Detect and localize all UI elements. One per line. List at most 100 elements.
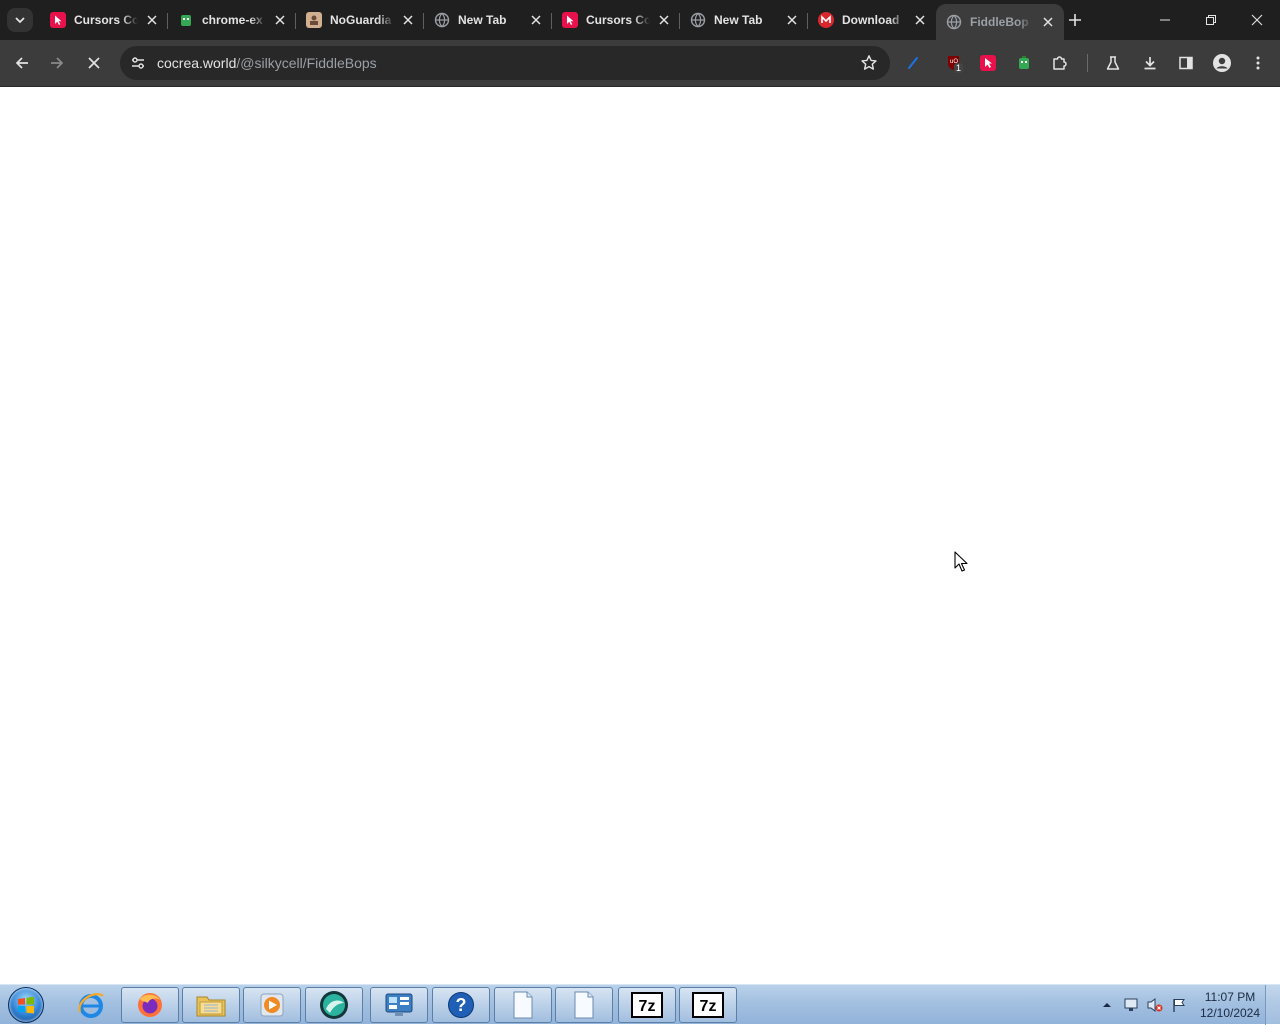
- green-bot-icon: [178, 12, 194, 28]
- tab-7[interactable]: Download: [808, 5, 936, 35]
- file-explorer-button[interactable]: [182, 987, 240, 1023]
- show-hidden-icons-button[interactable]: [1099, 985, 1115, 1025]
- mega-icon: [818, 12, 834, 28]
- close-icon: [915, 15, 925, 25]
- arrow-left-icon: [15, 57, 28, 69]
- site-info-button[interactable]: [128, 53, 148, 73]
- tab-2[interactable]: chrome-ex: [168, 5, 296, 35]
- action-center-tray-button[interactable]: [1169, 985, 1189, 1025]
- tab-8[interactable]: FiddleBop: [936, 4, 1064, 40]
- globe-icon: [690, 12, 706, 28]
- help-button[interactable]: ?: [432, 987, 490, 1023]
- tab-5[interactable]: Cursors Co: [552, 5, 680, 35]
- tab-3[interactable]: NoGuardia: [296, 5, 424, 35]
- tab-close-button[interactable]: [784, 12, 800, 28]
- chrome-app-button[interactable]: [305, 987, 363, 1023]
- tab-1[interactable]: Cursors Co: [40, 5, 168, 35]
- new-tab-button[interactable]: [1064, 9, 1086, 31]
- folder-icon: [196, 996, 226, 1017]
- minimize-button[interactable]: [1142, 0, 1188, 40]
- tab-close-button[interactable]: [1040, 14, 1056, 30]
- close-icon: [275, 15, 285, 25]
- page-content[interactable]: [0, 87, 1280, 984]
- blank-document-icon: [574, 991, 594, 1019]
- start-button[interactable]: [4, 986, 48, 1024]
- forward-button[interactable]: [42, 48, 72, 78]
- url-text[interactable]: cocrea.world/@silkycell/FiddleBops: [157, 55, 377, 71]
- clock-date: 12/10/2024: [1199, 1006, 1261, 1020]
- plus-icon: [1069, 14, 1081, 26]
- network-tray-button[interactable]: [1121, 985, 1141, 1025]
- avatar-icon: [1213, 54, 1231, 72]
- tab-title: chrome-ex: [202, 13, 263, 27]
- svg-text:7z: 7z: [639, 998, 656, 1015]
- address-bar[interactable]: cocrea.world/@silkycell/FiddleBops: [120, 46, 890, 80]
- close-icon: [88, 57, 100, 69]
- tab-close-button[interactable]: [272, 12, 288, 28]
- flask-icon: [1106, 56, 1120, 70]
- control-panel-button[interactable]: [370, 987, 428, 1023]
- blank-document-icon: [513, 991, 533, 1019]
- puzzle-icon: [1053, 56, 1067, 70]
- tab-6[interactable]: New Tab: [680, 5, 808, 35]
- bookmark-button[interactable]: [860, 54, 878, 72]
- menu-button[interactable]: [1248, 53, 1268, 73]
- ublock-extension-button[interactable]: uO 1: [944, 53, 964, 73]
- internet-explorer-button[interactable]: [62, 987, 120, 1023]
- tab-title: New Tab: [714, 13, 763, 27]
- toolbar-divider: [1087, 54, 1088, 72]
- labs-button[interactable]: [1103, 53, 1123, 73]
- firefox-button[interactable]: [121, 987, 179, 1023]
- svg-text:7z: 7z: [700, 998, 717, 1015]
- 7zip-button-1[interactable]: 7z: [618, 987, 676, 1023]
- network-icon: [1124, 998, 1138, 1011]
- clock-time: 11:07 PM: [1204, 990, 1256, 1004]
- tab-4[interactable]: New Tab: [424, 5, 552, 35]
- green-bot-extension-button[interactable]: [1014, 53, 1034, 73]
- pen-extension-button[interactable]: [903, 53, 923, 73]
- volume-tray-button[interactable]: [1145, 985, 1165, 1025]
- side-panel-icon: [1179, 56, 1193, 70]
- tab-close-button[interactable]: [656, 12, 672, 28]
- close-icon: [531, 15, 541, 25]
- stop-loading-button[interactable]: [79, 48, 109, 78]
- arrow-right-icon: [51, 57, 64, 69]
- media-player-icon: [260, 993, 284, 1017]
- tab-close-button[interactable]: [144, 12, 160, 28]
- close-icon: [787, 15, 797, 25]
- close-icon: [659, 15, 669, 25]
- minimize-icon: [1160, 19, 1170, 21]
- firefox-icon: [138, 993, 162, 1017]
- profile-button[interactable]: [1212, 53, 1232, 73]
- cursor-extension-button[interactable]: [978, 53, 998, 73]
- extensions-button[interactable]: [1050, 53, 1070, 73]
- document-button-1[interactable]: [494, 987, 552, 1023]
- green-bot-extension-icon: [1019, 56, 1029, 69]
- close-icon: [1043, 17, 1053, 27]
- 7zip-button-2[interactable]: 7z: [679, 987, 737, 1023]
- close-window-button[interactable]: [1234, 0, 1280, 40]
- 7zip-icon: 7z: [631, 992, 663, 1018]
- flag-icon: [1173, 999, 1185, 1012]
- tab-close-button[interactable]: [528, 12, 544, 28]
- url-path: /@silkycell/FiddleBops: [236, 55, 377, 71]
- star-icon: [861, 55, 877, 70]
- cursor-extension-icon: [980, 55, 996, 71]
- side-panel-button[interactable]: [1176, 53, 1196, 73]
- loading-icon: [946, 14, 962, 30]
- cursor-pink-icon: [562, 12, 578, 28]
- tab-search-button[interactable]: [7, 8, 33, 32]
- restore-button[interactable]: [1188, 0, 1234, 40]
- tab-close-button[interactable]: [400, 12, 416, 28]
- document-button-2[interactable]: [555, 987, 613, 1023]
- tab-close-button[interactable]: [912, 12, 928, 28]
- media-player-button[interactable]: [243, 987, 301, 1023]
- downloads-button[interactable]: [1140, 53, 1160, 73]
- volume-muted-icon: [1147, 998, 1163, 1012]
- show-desktop-button[interactable]: [1265, 985, 1280, 1025]
- system-clock[interactable]: 11:07 PM 12/10/2024: [1196, 989, 1264, 1021]
- back-button[interactable]: [7, 48, 37, 78]
- close-icon: [1251, 14, 1263, 26]
- tab-title: Download: [842, 13, 900, 27]
- tab-title: FiddleBop: [970, 15, 1029, 29]
